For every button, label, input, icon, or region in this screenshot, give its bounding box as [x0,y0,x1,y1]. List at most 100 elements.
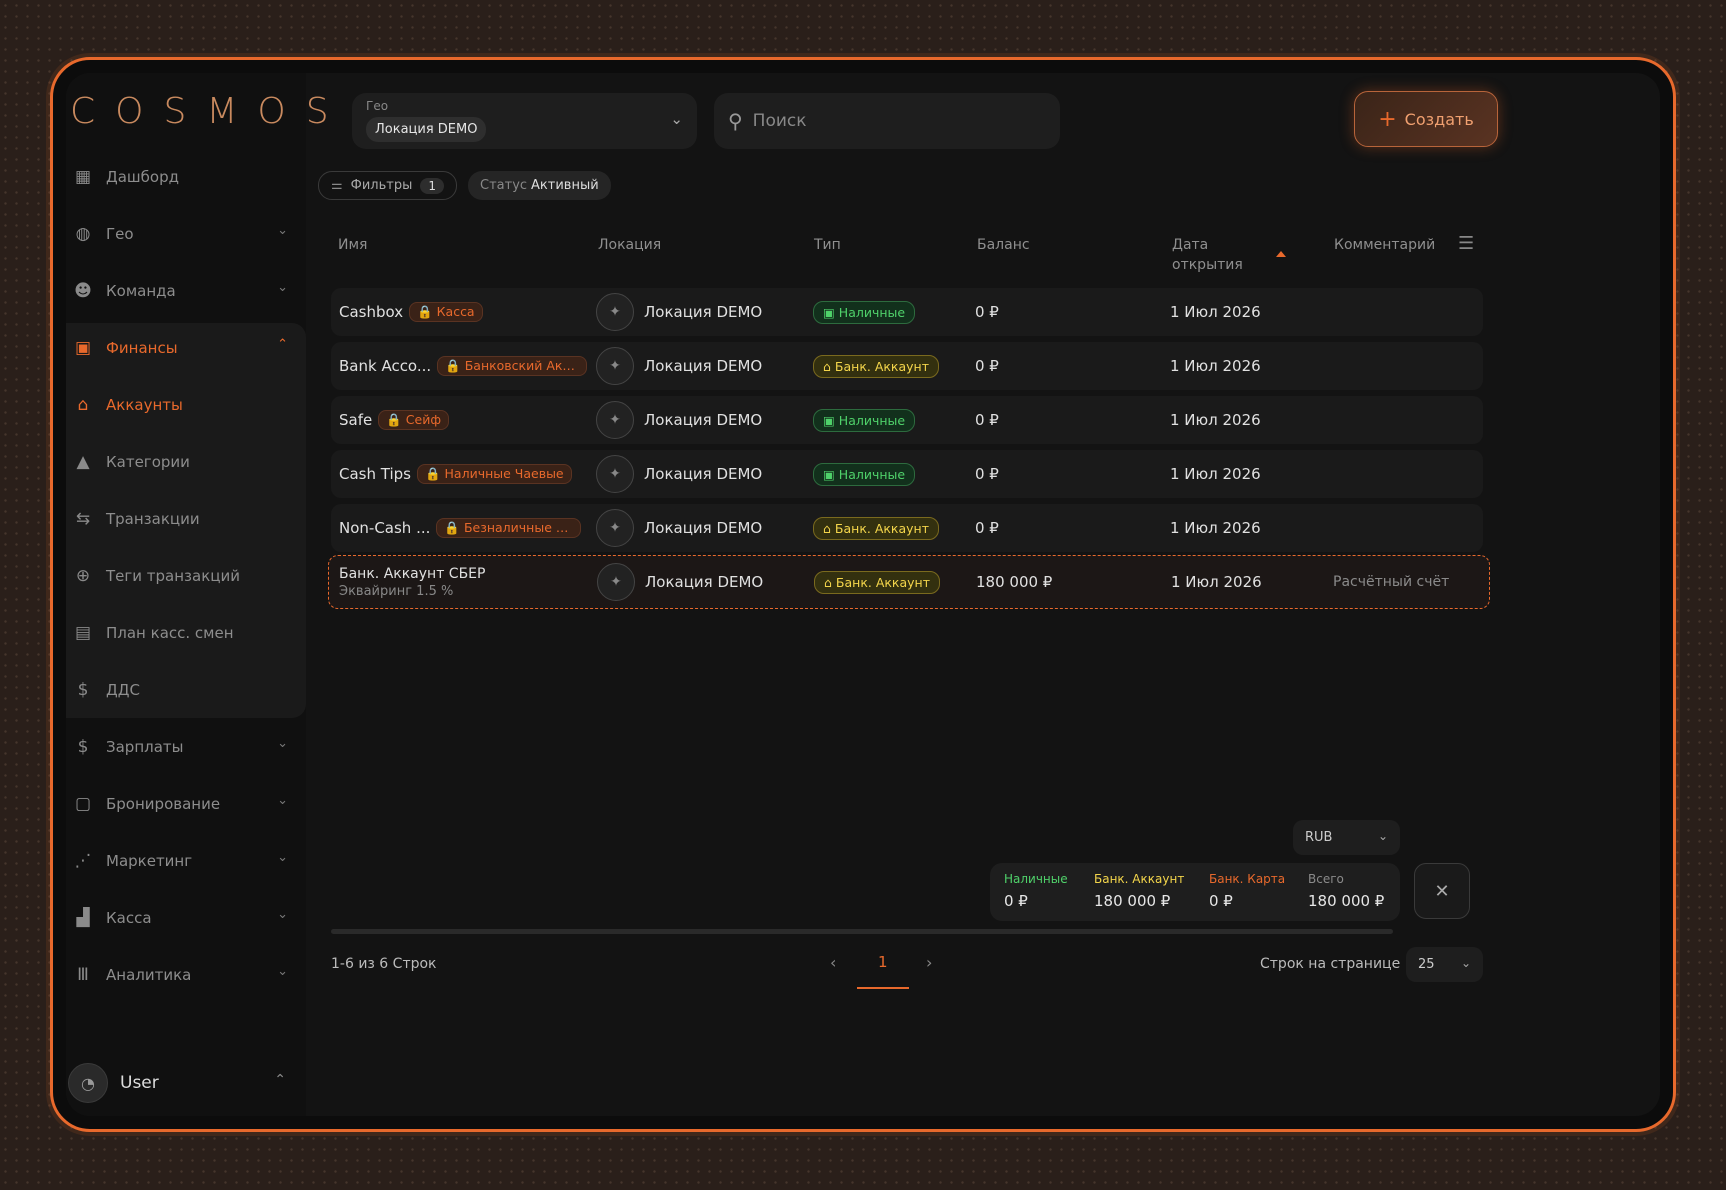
globe-icon: ◍ [75,223,91,244]
sidebar-item-label: Дашборд [106,167,179,186]
chevron-down-icon: ⌄ [277,223,288,238]
sidebar-item-label: Транзакции [106,509,200,528]
chevron-down-icon: ⌄ [277,850,288,865]
next-page-button[interactable]: › [926,953,932,972]
table-row[interactable]: Cash Tips 🔒 Наличные Чаевые ✦ Локация DEMO… [331,450,1483,498]
dashboard-icon: ▦ [74,166,92,187]
comment-text: Расчётный счёт [1333,574,1450,590]
sidebar-item-marketing[interactable]: ⋰ Маркетинг ⌄ [66,832,306,889]
coin-icon: $ [77,679,89,700]
prev-page-button[interactable]: ‹ [830,953,836,972]
sidebar-item-categories[interactable]: ▲ Категории [66,433,306,490]
column-header-balance[interactable]: Баланс [977,235,1030,255]
open-date: 1 Июл 2026 [1170,519,1261,537]
shapes-icon: ▲ [76,451,90,472]
sidebar-item-label: ДДС [106,680,140,699]
location-name: Локация DEMO [644,411,763,429]
account-tag: 🔒 Наличные Чаевые [416,464,572,484]
status-filter-chip[interactable]: Статус Активный [468,171,611,200]
account-name: Cash Tips [339,465,411,483]
balance-value: 0 ₽ [975,411,999,429]
rows-per-page-value: 25 [1418,957,1435,972]
account-name: Cashbox [339,303,404,321]
sidebar-item-team[interactable]: ☻ Команда ⌄ [66,262,306,319]
sidebar-item-label: Финансы [106,338,178,357]
current-page[interactable]: 1 [878,953,888,971]
sidebar-item-booking[interactable]: ▢ Бронирование ⌄ [66,775,306,832]
sidebar-item-dashboard[interactable]: ▦ Дашборд [66,148,306,205]
total-all: Всего 180 000 ₽ [1308,872,1385,910]
account-tag: 🔒 Касса [409,302,483,322]
filters-button[interactable]: ⚌ Фильтры 1 [318,171,457,200]
sidebar-item-accounts[interactable]: ⌂ Аккаунты [66,376,306,433]
sidebar-item-register[interactable]: ▟ Касса ⌄ [66,889,306,946]
balance-value: 180 000 ₽ [976,573,1053,591]
user-menu[interactable]: ◔ User ⌃ [66,1058,306,1108]
sort-asc-icon[interactable] [1276,251,1286,257]
column-header-name[interactable]: Имя [338,235,367,255]
currency-select[interactable]: RUB ⌄ [1293,820,1400,855]
column-settings-icon[interactable]: ☰ [1458,233,1474,254]
close-totals-button[interactable]: ✕ [1414,863,1470,919]
search-input[interactable] [752,111,1033,131]
location-name: Локация DEMO [644,357,763,375]
chevron-down-icon: ⌄ [277,793,288,808]
type-badge-bank: ⌂ Банк. Аккаунт [813,354,939,378]
filter-icon: ⚌ [331,178,343,193]
sidebar-item-salaries[interactable]: $ Зарплаты ⌄ [66,718,306,775]
app-logo: COSMOS [70,91,349,132]
column-header-type[interactable]: Тип [814,235,841,255]
create-button-label: Создать [1404,109,1474,129]
user-name: User [120,1073,159,1093]
sidebar-item-dds[interactable]: $ ДДС [66,661,306,718]
column-header-comment[interactable]: Комментарий [1334,235,1435,255]
balance-value: 0 ₽ [975,465,999,483]
table-row-selected[interactable]: Банк. Аккаунт СБЕР Эквайринг 1.5 % ✦ Локац… [328,555,1490,609]
column-header-open-date[interactable]: Дата открытия [1172,235,1243,275]
app-window: COSMOS ▦ Дашборд ◍ Гео ⌄ ☻ Команда ⌄ ▣ Ф… [66,73,1660,1116]
open-date: 1 Июл 2026 [1170,411,1261,429]
column-header-location[interactable]: Локация [598,235,661,255]
sidebar-item-shift-plan[interactable]: ▤ План касс. смен [66,604,306,661]
sidebar-item-label: Теги транзакций [106,566,240,585]
rows-per-page-label: Строк на странице [1260,956,1401,972]
account-name: Non-Cash ... [339,519,431,537]
chevron-down-icon: ⌄ [1460,956,1471,970]
location-logo-icon: ✦ [596,455,634,493]
chevron-down-icon: ⌄ [277,907,288,922]
sidebar-item-analytics[interactable]: Ⅲ Аналитика ⌄ [66,946,306,1003]
open-date: 1 Июл 2026 [1170,465,1261,483]
rows-per-page-select[interactable]: 25 ⌄ [1406,947,1483,982]
location-logo-icon: ✦ [597,563,635,601]
horizontal-scrollbar[interactable] [331,929,1393,934]
plus-icon: + [1378,106,1397,132]
sidebar-item-label: План касс. смен [106,623,234,642]
table-row[interactable]: Cashbox 🔒 Касса ✦ Локация DEMO ▣ Наличные … [331,288,1483,336]
rows-count: 1-6 из 6 Строк [331,956,437,972]
team-icon: ☻ [74,280,92,301]
sidebar-item-geo[interactable]: ◍ Гео ⌄ [66,205,306,262]
table-row[interactable]: Non-Cash ... 🔒 Безналичные Ч... ✦ Локация … [331,504,1483,552]
table-row[interactable]: Safe 🔒 Сейф ✦ Локация DEMO ▣ Наличные 0 ₽ … [331,396,1483,444]
sidebar-item-finance[interactable]: ▣ Финансы ⌃ [66,319,306,376]
table-row[interactable]: Bank Acco... 🔒 Банковский Акк... ✦ Локация… [331,342,1483,390]
chevron-up-icon: ⌃ [274,1072,286,1088]
geo-select[interactable]: Гео Локация DEMO ⌄ [352,93,697,149]
account-name: Банк. Аккаунт СБЕР [339,565,486,582]
sidebar-item-transaction-tags[interactable]: ⊕ Теги транзакций [66,547,306,604]
location-logo-icon: ✦ [596,509,634,547]
create-button[interactable]: + Создать [1354,91,1498,147]
booking-icon: ▢ [74,793,92,814]
open-date: 1 Июл 2026 [1170,303,1261,321]
sidebar: COSMOS ▦ Дашборд ◍ Гео ⌄ ☻ Команда ⌄ ▣ Ф… [66,73,329,1116]
type-badge-bank: ⌂ Банк. Аккаунт [813,516,939,540]
sidebar-item-label: Категории [106,452,190,471]
avatar: ◔ [68,1063,108,1103]
currency-value: RUB [1305,830,1333,845]
open-date: 1 Июл 2026 [1170,357,1261,375]
chart-icon: ⋰ [74,850,92,871]
salary-icon: $ [77,736,89,757]
sidebar-item-transactions[interactable]: ⇆ Транзакции [66,490,306,547]
location-logo-icon: ✦ [596,347,634,385]
account-name: Bank Acco... [339,357,432,375]
